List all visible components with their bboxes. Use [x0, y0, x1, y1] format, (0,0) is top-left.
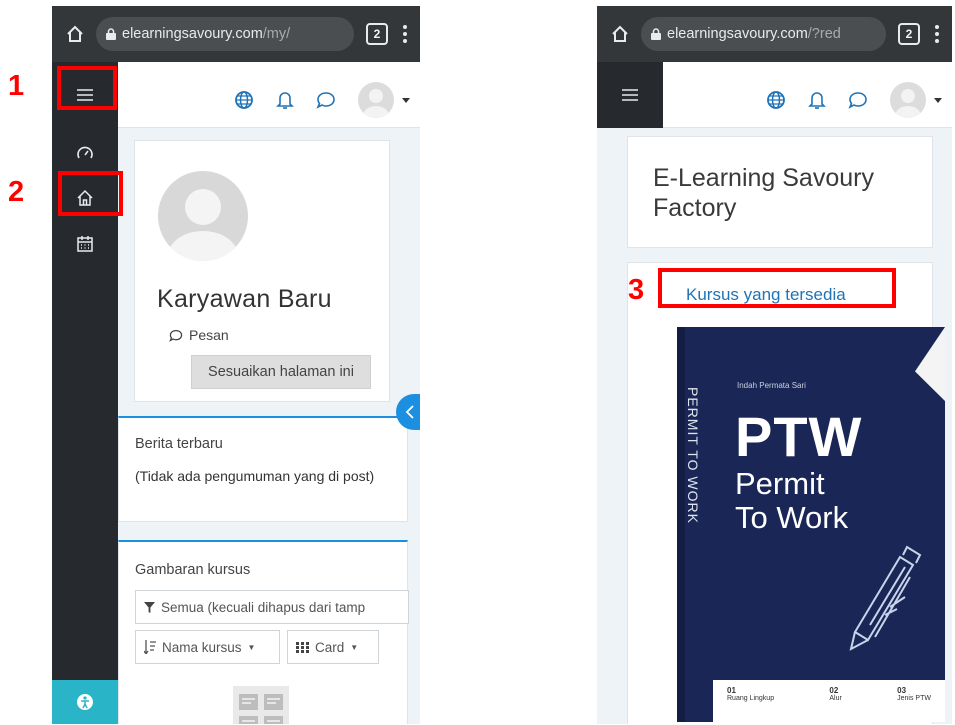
profile-name: Karyawan Baru — [157, 285, 332, 313]
annotation-box-1 — [57, 66, 117, 110]
book-footer-item: 01 Ruang Lingkup — [727, 686, 775, 702]
book-footer: 01 Ruang Lingkup 02 Alur 03 Jenis PTW — [713, 680, 945, 722]
address-bar[interactable]: elearningsavoury.com/?red — [641, 17, 886, 51]
book-footer-item: 02 Alur — [829, 686, 842, 702]
tab-switcher-button[interactable]: 2 — [898, 23, 920, 45]
main-content: Karyawan Baru Pesan Sesuaikan halaman in… — [118, 128, 420, 724]
left-phone-screen: elearningsavoury.com/my/ 2 Karyawan Baru… — [52, 6, 420, 724]
book-author: Indah Permata Sari — [737, 381, 806, 390]
nav-drawer — [52, 128, 118, 724]
calendar-icon — [77, 236, 93, 252]
book-corner-fold — [915, 327, 945, 401]
url-path: /?red — [807, 26, 841, 42]
empty-courses-icon — [233, 686, 289, 724]
home-icon[interactable] — [607, 21, 633, 47]
browser-toolbar: elearningsavoury.com/my/ 2 — [52, 6, 420, 62]
browser-menu-icon[interactable] — [400, 25, 410, 43]
message-label: Pesan — [189, 327, 229, 343]
course-overview-title: Gambaran kursus — [135, 562, 251, 578]
news-block-title: Berita terbaru — [135, 436, 223, 452]
available-courses-card: Kursus yang tersedia PERMIT TO WORK Inda… — [627, 262, 945, 724]
right-phone-screen: elearningsavoury.com/?red 2 E-Learning S… — [597, 6, 952, 724]
address-bar[interactable]: elearningsavoury.com/my/ — [96, 17, 354, 51]
drawer-item-calendar[interactable] — [52, 224, 118, 264]
moodle-navbar — [597, 62, 952, 128]
chat-icon[interactable] — [848, 91, 868, 109]
course-view-label: Card — [315, 639, 345, 655]
chevron-down-icon: ▼ — [350, 642, 359, 652]
bell-icon[interactable] — [808, 90, 826, 110]
course-image[interactable]: PERMIT TO WORK Indah Permata Sari PTW Pe… — [677, 327, 945, 722]
news-block: Berita terbaru (Tidak ada pengumuman yan… — [118, 416, 408, 522]
bell-icon[interactable] — [276, 90, 294, 110]
annotation-box-2 — [58, 171, 123, 216]
book-footer-item: 03 Jenis PTW — [897, 686, 931, 702]
user-avatar[interactable] — [358, 82, 394, 118]
message-link[interactable]: Pesan — [169, 327, 229, 343]
pencil-icon — [849, 545, 922, 651]
course-filter-label: Semua (kecuali dihapus dari tamp — [161, 599, 366, 615]
annotation-box-3 — [658, 268, 896, 308]
site-title: E-Learning Savoury Factory — [653, 164, 874, 222]
book-subtitle: Permit To Work — [735, 466, 849, 535]
filter-icon — [144, 601, 155, 613]
chevron-down-icon: ▼ — [247, 642, 256, 652]
globe-icon[interactable] — [234, 90, 254, 110]
book-title: PTW — [735, 405, 863, 468]
chevron-down-icon[interactable] — [402, 97, 410, 103]
url-host: elearningsavoury.com — [667, 26, 808, 42]
home-icon[interactable] — [62, 21, 88, 47]
grid-icon — [296, 641, 309, 653]
browser-menu-icon[interactable] — [932, 25, 942, 43]
accessibility-icon — [77, 694, 93, 710]
annotation-number-1: 1 — [8, 70, 25, 102]
annotation-number-3: 3 — [628, 274, 645, 306]
main-content: E-Learning Savoury Factory Kursus yang t… — [597, 128, 952, 724]
course-sort-dropdown[interactable]: Nama kursus ▼ — [135, 630, 280, 664]
tab-switcher-button[interactable]: 2 — [366, 23, 388, 45]
site-title-card: E-Learning Savoury Factory — [627, 136, 933, 248]
url-path: /my/ — [262, 26, 291, 42]
globe-icon[interactable] — [766, 90, 786, 110]
profile-avatar — [158, 171, 248, 261]
lock-icon — [651, 28, 661, 40]
course-overview-block: Gambaran kursus Semua (kecuali dihapus d… — [118, 540, 409, 724]
hamburger-menu-button[interactable] — [597, 62, 663, 128]
chevron-down-icon[interactable] — [934, 97, 942, 103]
customize-page-button[interactable]: Sesuaikan halaman ini — [191, 355, 371, 389]
sort-icon — [144, 640, 156, 654]
chat-icon — [169, 329, 183, 342]
drawer-item-dashboard[interactable] — [52, 134, 118, 174]
accessibility-button[interactable] — [52, 680, 118, 724]
profile-card: Karyawan Baru Pesan Sesuaikan halaman in… — [134, 140, 390, 402]
chat-icon[interactable] — [316, 91, 336, 109]
dashboard-icon — [77, 146, 93, 159]
lock-icon — [106, 28, 116, 40]
book-spine-text: PERMIT TO WORK — [685, 387, 701, 524]
url-host: elearningsavoury.com — [122, 26, 263, 42]
news-block-text: (Tidak ada pengumuman yang di post) — [135, 468, 375, 484]
user-avatar[interactable] — [890, 82, 926, 118]
course-sort-label: Nama kursus — [162, 639, 242, 655]
chevron-left-icon — [405, 405, 414, 419]
browser-toolbar: elearningsavoury.com/?red 2 — [597, 6, 952, 62]
course-filter-dropdown[interactable]: Semua (kecuali dihapus dari tamp — [135, 590, 409, 624]
annotation-number-2: 2 — [8, 176, 25, 208]
course-view-dropdown[interactable]: Card ▼ — [287, 630, 379, 664]
hamburger-icon — [622, 89, 638, 101]
